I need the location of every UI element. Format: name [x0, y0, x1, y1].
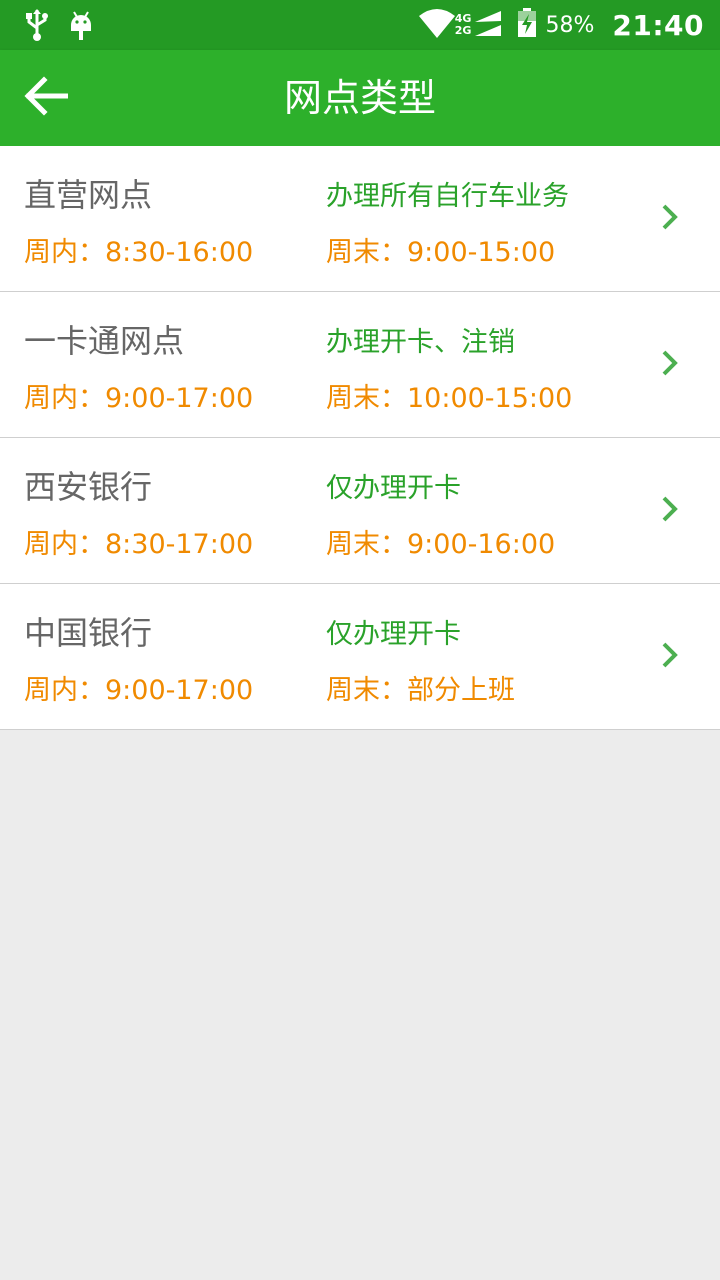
outlet-row-card[interactable]: 一卡通网点 周内：9:00-17:00 办理开卡、注销 周末：10:00-15:… — [0, 292, 720, 438]
weekend-hours: 周末：10:00-15:00 — [326, 383, 573, 414]
outlet-name: 直营网点 — [24, 176, 153, 214]
outlet-name: 中国银行 — [24, 614, 153, 652]
signal-icon — [473, 9, 503, 41]
network-type-bottom: 2G — [454, 24, 472, 37]
chevron-right-icon — [660, 640, 680, 670]
clock: 21:40 — [612, 8, 704, 42]
network-type: 4G 2G — [455, 13, 472, 37]
service-scope: 仅办理开卡 — [326, 473, 461, 504]
service-scope: 仅办理开卡 — [326, 619, 461, 650]
wifi-icon — [418, 8, 455, 42]
service-scope: 办理开卡、注销 — [326, 327, 515, 358]
outlet-row-direct[interactable]: 直营网点 周内：8:30-16:00 办理所有自行车业务 周末：9:00-15:… — [0, 146, 720, 292]
battery-charging-icon — [517, 8, 537, 42]
weekday-hours: 周内：8:30-17:00 — [24, 529, 254, 560]
status-bar-right: 4G 2G 58% 21:40 — [418, 8, 704, 42]
weekday-hours: 周内：8:30-16:00 — [24, 237, 254, 268]
chevron-right-icon — [660, 202, 680, 232]
outlet-name: 一卡通网点 — [24, 322, 185, 360]
app-bar: 网点类型 — [0, 50, 720, 146]
outlet-row-xian-bank[interactable]: 西安银行 周内：8:30-17:00 仅办理开卡 周末：9:00-16:00 — [0, 438, 720, 584]
page-title: 网点类型 — [283, 76, 436, 120]
android-icon — [68, 8, 94, 46]
weekday-hours: 周内：9:00-17:00 — [24, 675, 254, 706]
status-bar-left — [24, 8, 94, 46]
battery-percent: 58% — [545, 12, 595, 38]
status-bar: 4G 2G 58% 21:40 — [0, 0, 720, 50]
weekend-hours: 周末：9:00-16:00 — [326, 529, 556, 560]
outlet-list: 直营网点 周内：8:30-16:00 办理所有自行车业务 周末：9:00-15:… — [0, 146, 720, 730]
chevron-right-icon — [660, 348, 680, 378]
service-scope: 办理所有自行车业务 — [326, 181, 569, 212]
weekday-hours: 周内：9:00-17:00 — [24, 383, 254, 414]
back-button[interactable] — [18, 72, 74, 124]
outlet-row-bank-of-china[interactable]: 中国银行 周内：9:00-17:00 仅办理开卡 周末：部分上班 — [0, 584, 720, 730]
chevron-right-icon — [660, 494, 680, 524]
outlet-name: 西安银行 — [24, 468, 153, 506]
weekend-hours: 周末：9:00-15:00 — [326, 237, 556, 268]
arrow-left-icon — [24, 76, 69, 120]
weekend-hours: 周末：部分上班 — [326, 675, 515, 706]
usb-icon — [24, 8, 50, 46]
